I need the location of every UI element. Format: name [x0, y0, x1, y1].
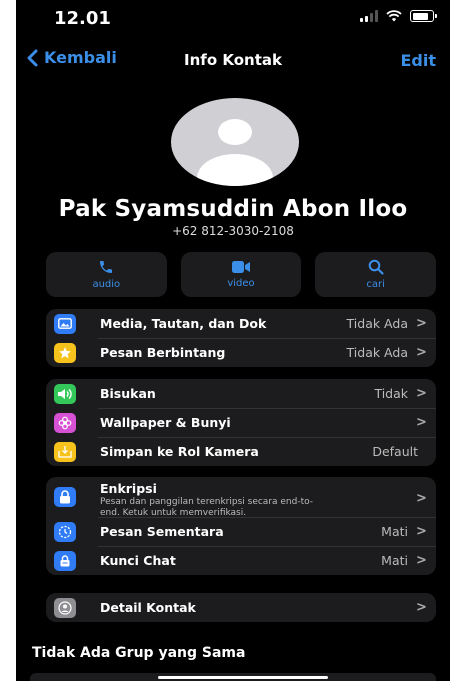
- save-value: Default: [372, 444, 418, 459]
- video-label: video: [227, 278, 255, 289]
- status-icons: [360, 10, 437, 22]
- starred-value: Tidak Ada: [346, 345, 408, 360]
- lock-icon: [54, 487, 76, 507]
- edit-button[interactable]: Edit: [400, 51, 436, 70]
- privacy-group: Enkripsi Pesan dan panggilan terenkripsi…: [46, 477, 436, 575]
- encryption-text: Enkripsi Pesan dan panggilan terenkripsi…: [100, 481, 416, 518]
- audio-label: audio: [92, 279, 121, 290]
- chevron-right-icon: >: [416, 553, 427, 568]
- page-title: Info Kontak: [184, 51, 282, 69]
- mute-value: Tidak: [374, 386, 408, 401]
- disappearing-value: Mati: [381, 524, 408, 539]
- encryption-desc-1: Pesan dan panggilan terenkripsi secara e…: [100, 497, 314, 507]
- chat-lock-label: Kunci Chat: [100, 553, 176, 568]
- media-value: Tidak Ada: [346, 316, 408, 331]
- row-wallpaper[interactable]: Wallpaper & Bunyi >: [46, 408, 436, 437]
- starred-label: Pesan Berbintang: [100, 345, 226, 360]
- save-icon: [54, 441, 76, 462]
- chat-lock-value: Mati: [381, 553, 408, 568]
- chevron-right-icon: >: [416, 415, 427, 430]
- status-time: 12.01: [54, 8, 111, 29]
- row-starred[interactable]: Pesan Berbintang Tidak Ada >: [46, 338, 436, 367]
- media-group: Media, Tautan, dan Dok Tidak Ada > Pesan…: [46, 309, 436, 367]
- chat-lock-icon: [54, 550, 76, 571]
- no-common-groups-title: Tidak Ada Grup yang Sama: [32, 645, 246, 661]
- encryption-label: Enkripsi: [100, 481, 157, 496]
- row-disappearing-messages[interactable]: Pesan Sementara Mati >: [46, 517, 436, 546]
- common-groups-list: [30, 673, 436, 681]
- wallpaper-label: Wallpaper & Bunyi: [100, 415, 231, 430]
- row-media[interactable]: Media, Tautan, dan Dok Tidak Ada >: [46, 309, 436, 338]
- chevron-right-icon: >: [416, 316, 427, 331]
- contact-name: Pak Syamsuddin Abon Iloo: [58, 196, 408, 222]
- chevron-right-icon: >: [416, 600, 427, 615]
- search-button[interactable]: cari: [315, 252, 437, 297]
- search-icon: [368, 259, 384, 275]
- nav-bar: Kembali Info Kontak Edit: [16, 48, 450, 78]
- row-contact-details[interactable]: Detail Kontak >: [46, 593, 436, 622]
- media-label: Media, Tautan, dan Dok: [100, 316, 267, 331]
- wifi-icon: [386, 10, 402, 22]
- video-call-button[interactable]: video: [180, 252, 302, 297]
- row-save-camera-roll[interactable]: Simpan ke Rol Kamera Default: [46, 437, 436, 466]
- avatar[interactable]: [171, 98, 299, 186]
- contact-details-group: Detail Kontak >: [46, 593, 436, 622]
- speaker-icon: [54, 383, 76, 404]
- chevron-right-icon: >: [416, 491, 427, 506]
- row-chat-lock[interactable]: Kunci Chat Mati >: [46, 546, 436, 575]
- star-icon: [54, 342, 76, 363]
- row-mute[interactable]: Bisukan Tidak >: [46, 379, 436, 408]
- save-label: Simpan ke Rol Kamera: [100, 444, 259, 459]
- battery-icon: [410, 10, 437, 22]
- flower-icon: [54, 412, 76, 433]
- audio-call-button[interactable]: audio: [46, 252, 167, 297]
- contact-card-icon: [54, 597, 76, 618]
- phone-icon: [100, 261, 113, 273]
- action-buttons: audio video cari: [46, 252, 437, 297]
- chevron-right-icon: >: [416, 524, 427, 539]
- contact-phone[interactable]: +62 812-3030-2108: [16, 224, 450, 238]
- disappearing-label: Pesan Sementara: [100, 524, 224, 539]
- contact-details-label: Detail Kontak: [100, 600, 196, 615]
- status-bar: 12.01: [16, 0, 450, 42]
- signal-icon: [360, 10, 378, 22]
- home-indicator: [158, 676, 328, 679]
- photo-icon: [54, 313, 76, 334]
- timer-icon: [54, 521, 76, 542]
- row-encryption[interactable]: Enkripsi Pesan dan panggilan terenkripsi…: [46, 477, 436, 518]
- settings-group: Bisukan Tidak > Wallpaper & Bunyi > Simp…: [46, 379, 436, 466]
- search-label: cari: [366, 279, 385, 290]
- chevron-right-icon: >: [416, 345, 427, 360]
- video-icon: [232, 261, 250, 273]
- contact-info-screen: 12.01 Kembali Info Kontak Edit Pak Syams…: [16, 0, 450, 681]
- chevron-right-icon: >: [416, 386, 427, 401]
- mute-label: Bisukan: [100, 386, 156, 401]
